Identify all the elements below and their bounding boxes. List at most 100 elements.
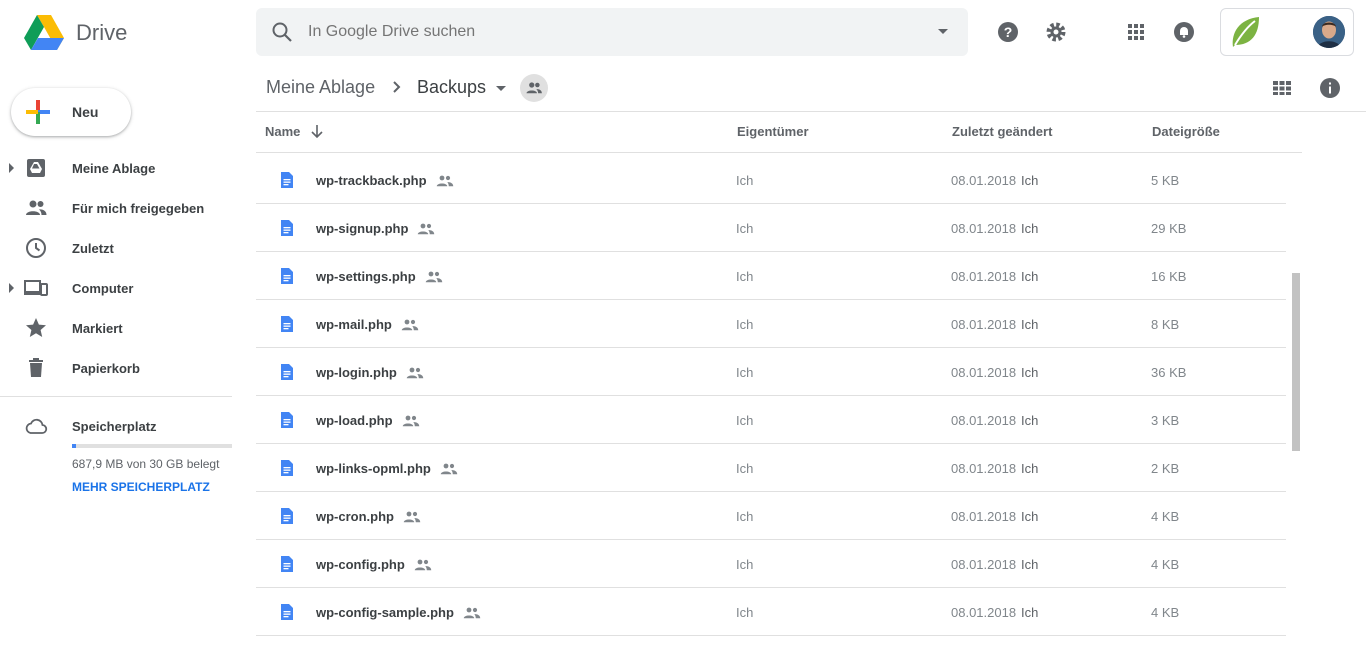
- shared-folder-badge[interactable]: [520, 74, 548, 102]
- help-icon[interactable]: ?: [996, 20, 1020, 44]
- notifications-icon[interactable]: [1172, 20, 1196, 44]
- table-row[interactable]: wp-signup.php Ich 08.01.2018 Ich 29 KB: [256, 204, 1286, 252]
- sidebar-item-label: Markiert: [72, 321, 123, 336]
- table-row[interactable]: wp-settings.php Ich 08.01.2018 Ich 16 KB: [256, 252, 1286, 300]
- column-header-file-size[interactable]: Dateigröße: [1152, 124, 1220, 139]
- file-owner: Ich: [736, 557, 754, 572]
- search-options-chevron-icon[interactable]: [938, 29, 948, 34]
- file-modified-by: Ich: [1021, 413, 1039, 428]
- info-icon[interactable]: [1318, 76, 1342, 100]
- shared-people-icon: [402, 414, 420, 427]
- file-name: wp-config.php: [316, 557, 405, 572]
- file-modified-date: 08.01.2018: [951, 221, 1017, 236]
- apps-grid-icon[interactable]: [1124, 20, 1148, 44]
- storage-usage-text: 687,9 MB von 30 GB belegt: [72, 457, 220, 471]
- sidebar-divider: [0, 396, 232, 397]
- grid-view-icon[interactable]: [1270, 76, 1294, 100]
- column-header-owner[interactable]: Eigentümer: [737, 124, 809, 139]
- table-row[interactable]: wp-mail.php Ich 08.01.2018 Ich 8 KB: [256, 300, 1286, 348]
- column-header-name[interactable]: Name: [265, 124, 300, 139]
- clock-icon: [26, 238, 46, 258]
- document-file-icon: [280, 412, 294, 428]
- file-name: wp-trackback.php: [316, 173, 427, 188]
- file-name: wp-config-sample.php: [316, 605, 454, 620]
- file-name: wp-cron.php: [316, 509, 394, 524]
- file-size: 36 KB: [1151, 365, 1187, 380]
- shared-people-icon: [401, 318, 419, 331]
- sidebar-item-label: Für mich freigegeben: [72, 201, 205, 216]
- header-divider: [256, 111, 1366, 112]
- file-size: 16 KB: [1151, 269, 1187, 284]
- file-modified-by: Ich: [1021, 221, 1039, 236]
- breadcrumb-root[interactable]: Meine Ablage: [266, 77, 375, 98]
- scrollbar-thumb[interactable]: [1292, 273, 1300, 451]
- file-modified-date: 08.01.2018: [951, 269, 1017, 284]
- storage-usage-bar: [72, 444, 232, 448]
- avatar[interactable]: [1313, 16, 1345, 48]
- sidebar-item-storage[interactable]: Speicherplatz: [0, 406, 232, 446]
- expand-arrow-icon[interactable]: [9, 283, 14, 293]
- file-owner: Ich: [736, 269, 754, 284]
- expand-arrow-icon[interactable]: [9, 163, 14, 173]
- search-icon[interactable]: [270, 20, 294, 44]
- file-size: 2 KB: [1151, 461, 1180, 476]
- table-row[interactable]: wp-config.php Ich 08.01.2018 Ich 4 KB: [256, 540, 1286, 588]
- sidebar-item-recent[interactable]: Zuletzt: [0, 228, 232, 268]
- search-input[interactable]: [308, 8, 908, 56]
- folder-menu-chevron-icon[interactable]: [496, 86, 506, 91]
- file-owner: Ich: [736, 365, 754, 380]
- document-file-icon: [280, 220, 294, 236]
- plus-icon: [26, 100, 50, 124]
- file-name: wp-login.php: [316, 365, 397, 380]
- shared-people-icon: [440, 462, 458, 475]
- file-size: 29 KB: [1151, 221, 1187, 236]
- column-header-last-modified[interactable]: Zuletzt geändert: [952, 124, 1052, 139]
- file-modified-by: Ich: [1021, 557, 1039, 572]
- file-size: 4 KB: [1151, 509, 1180, 524]
- table-row[interactable]: wp-login.php Ich 08.01.2018 Ich 36 KB: [256, 348, 1286, 396]
- organization-leaf-logo-icon: [1232, 17, 1259, 47]
- search-bar[interactable]: [256, 8, 968, 56]
- sort-arrow-down-icon[interactable]: [310, 123, 324, 139]
- file-modified-date: 08.01.2018: [951, 557, 1017, 572]
- storage-label: Speicherplatz: [72, 419, 157, 434]
- account-switcher[interactable]: [1220, 8, 1354, 56]
- file-modified-date: 08.01.2018: [951, 317, 1017, 332]
- shared-people-icon: [425, 270, 443, 283]
- shared-people-icon: [414, 558, 432, 571]
- file-modified-by: Ich: [1021, 509, 1039, 524]
- shared-with-me-icon: [26, 200, 47, 215]
- document-file-icon: [280, 604, 294, 620]
- new-button[interactable]: Neu: [11, 88, 131, 136]
- drive-logo-icon[interactable]: [24, 14, 64, 50]
- sidebar-item-computers[interactable]: Computer: [0, 268, 232, 308]
- file-owner: Ich: [736, 605, 754, 620]
- sidebar-item-starred[interactable]: Markiert: [0, 308, 232, 348]
- file-name: wp-mail.php: [316, 317, 392, 332]
- storage-usage-fill: [72, 444, 76, 448]
- file-modified-by: Ich: [1021, 269, 1039, 284]
- table-row[interactable]: wp-config-sample.php Ich 08.01.2018 Ich 4 KB: [256, 588, 1286, 636]
- file-modified-date: 08.01.2018: [951, 461, 1017, 476]
- trash-icon: [29, 358, 43, 377]
- file-owner: Ich: [736, 413, 754, 428]
- file-owner: Ich: [736, 509, 754, 524]
- table-row[interactable]: wp-links-opml.php Ich 08.01.2018 Ich 2 KB: [256, 444, 1286, 492]
- settings-icon[interactable]: [1044, 20, 1068, 44]
- document-file-icon: [280, 316, 294, 332]
- star-icon: [26, 318, 46, 337]
- table-row[interactable]: wp-cron.php Ich 08.01.2018 Ich 4 KB: [256, 492, 1286, 540]
- sidebar-item-trash[interactable]: Papierkorb: [0, 348, 232, 388]
- shared-people-icon: [406, 366, 424, 379]
- document-file-icon: [280, 508, 294, 524]
- file-owner: Ich: [736, 461, 754, 476]
- breadcrumb-current-folder[interactable]: Backups: [417, 77, 486, 98]
- sidebar-item-shared-with-me[interactable]: Für mich freigegeben: [0, 188, 232, 228]
- table-row[interactable]: wp-trackback.php Ich 08.01.2018 Ich 5 KB: [256, 156, 1286, 204]
- file-modified-date: 08.01.2018: [951, 173, 1017, 188]
- document-file-icon: [280, 172, 294, 188]
- table-row[interactable]: wp-load.php Ich 08.01.2018 Ich 3 KB: [256, 396, 1286, 444]
- file-modified-date: 08.01.2018: [951, 509, 1017, 524]
- sidebar-item-my-drive[interactable]: Meine Ablage: [0, 148, 232, 188]
- buy-storage-link[interactable]: MEHR SPEICHERPLATZ: [72, 480, 210, 494]
